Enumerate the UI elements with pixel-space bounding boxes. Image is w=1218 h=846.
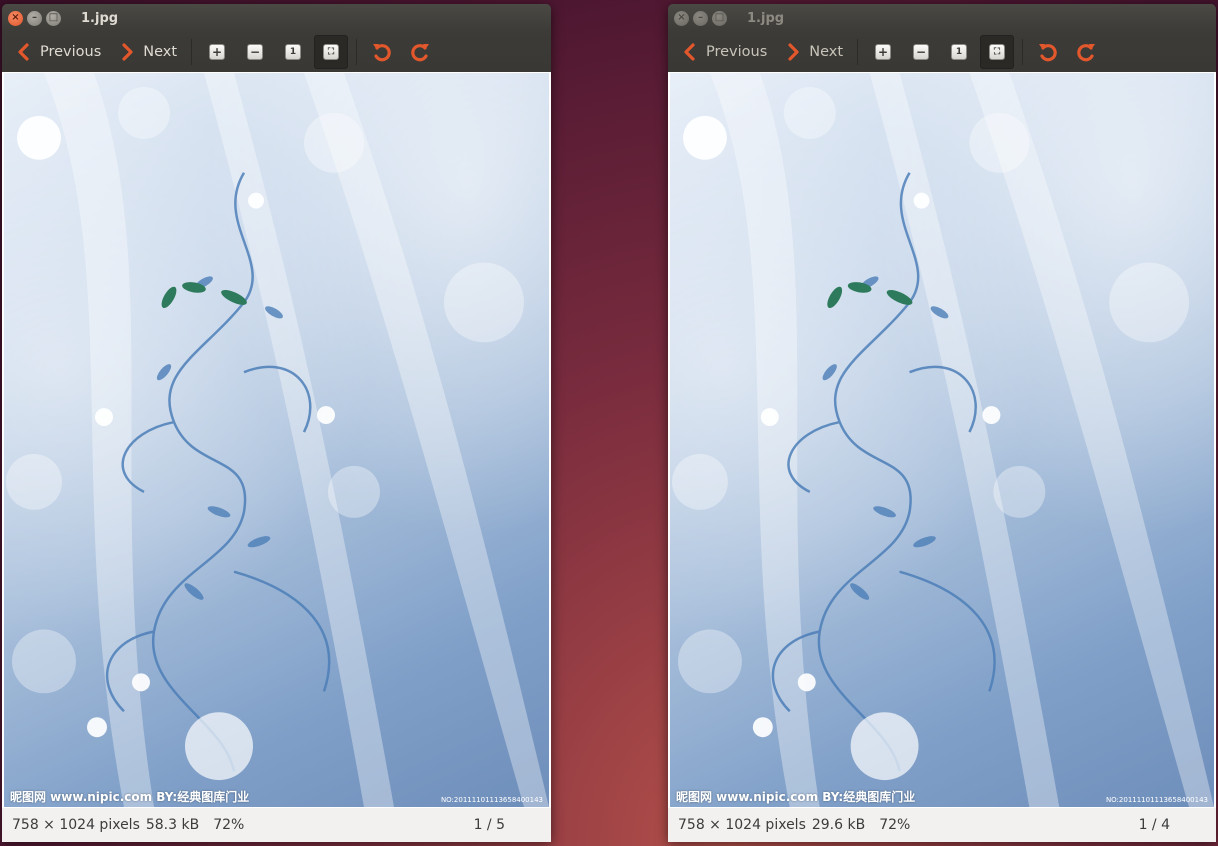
image-dimensions: 758 × 1024 pixels xyxy=(678,817,806,833)
chevron-left-icon xyxy=(18,43,29,61)
previous-button[interactable]: Previous xyxy=(10,35,105,69)
floral-wallpaper-image: 昵图网 www.nipic.com BY:经典图库门业 NO:201111011… xyxy=(4,73,549,807)
image-code-text: NO:20111101113658400143 xyxy=(440,796,543,804)
toolbar: Previous Next + − 1 ⛶ xyxy=(2,32,551,72)
chevron-right-icon xyxy=(788,43,799,61)
titlebar[interactable]: × – □ 1.jpg xyxy=(2,4,551,32)
normal-size-icon: 1 xyxy=(951,44,968,60)
close-window-button[interactable]: × xyxy=(8,10,23,26)
toolbar-separator xyxy=(1022,39,1024,65)
file-size: 58.3 kB xyxy=(145,817,200,833)
minimize-window-button[interactable]: – xyxy=(27,10,42,26)
page-counter: 1 / 5 xyxy=(473,817,505,833)
titlebar[interactable]: × – □ 1.jpg xyxy=(668,4,1216,32)
zoom-in-button[interactable]: + xyxy=(866,35,900,69)
rotate-right-icon xyxy=(1077,44,1096,62)
previous-label: Previous xyxy=(40,44,102,60)
zoom-in-icon: + xyxy=(209,44,226,60)
maximize-window-button[interactable]: □ xyxy=(712,10,727,26)
previous-label: Previous xyxy=(706,44,768,60)
image-canvas[interactable]: 昵图网 www.nipic.com BY:经典图库门业 NO:201111011… xyxy=(668,72,1216,808)
statusbar: 758 × 1024 pixels 29.6 kB 72% 1 / 4 xyxy=(668,808,1216,842)
image-code-text: NO:20111101113658400143 xyxy=(1105,796,1208,804)
next-button[interactable]: Next xyxy=(779,35,847,69)
previous-button[interactable]: Previous xyxy=(676,35,771,69)
toolbar-separator xyxy=(857,39,859,65)
watermark-text: 昵图网 www.nipic.com BY:经典图库门业 xyxy=(676,790,916,804)
best-fit-icon: ⛶ xyxy=(989,44,1006,60)
rotate-left-icon xyxy=(373,44,391,62)
file-size: 29.6 kB xyxy=(811,817,866,833)
statusbar: 758 × 1024 pixels 58.3 kB 72% 1 / 5 xyxy=(2,808,551,842)
toolbar-separator xyxy=(356,39,358,65)
rotate-left-icon xyxy=(1039,44,1057,62)
zoom-level: 72% xyxy=(213,817,245,833)
watermark-text: 昵图网 www.nipic.com BY:经典图库门业 xyxy=(10,790,250,804)
image-viewer-window-left[interactable]: × – □ 1.jpg Previous Next + − 1 ⛶ 昵图网 ww… xyxy=(2,4,551,842)
normal-size-button[interactable]: 1 xyxy=(276,35,310,69)
zoom-out-icon: − xyxy=(913,44,930,60)
zoom-out-button[interactable]: − xyxy=(904,35,938,69)
window-title: 1.jpg xyxy=(81,10,119,26)
normal-size-icon: 1 xyxy=(285,44,302,60)
zoom-in-icon: + xyxy=(875,44,892,60)
image-canvas[interactable]: 昵图网 www.nipic.com BY:经典图库门业 NO:201111011… xyxy=(2,72,551,808)
next-button[interactable]: Next xyxy=(113,35,181,69)
zoom-in-button[interactable]: + xyxy=(200,35,234,69)
floral-artwork xyxy=(671,73,1214,807)
rotate-right-button[interactable] xyxy=(403,35,437,69)
maximize-window-button[interactable]: □ xyxy=(46,10,61,26)
rotate-left-button[interactable] xyxy=(1031,35,1065,69)
floral-artwork xyxy=(6,73,549,807)
best-fit-icon: ⛶ xyxy=(323,44,340,60)
toolbar-separator xyxy=(191,39,193,65)
window-title: 1.jpg xyxy=(747,10,785,26)
next-label: Next xyxy=(809,44,844,60)
normal-size-button[interactable]: 1 xyxy=(942,35,976,69)
toolbar: Previous Next + − 1 ⛶ xyxy=(668,32,1216,72)
next-label: Next xyxy=(143,44,178,60)
zoom-out-icon: − xyxy=(247,44,264,60)
best-fit-button[interactable]: ⛶ xyxy=(314,35,349,69)
image-viewer-window-right[interactable]: × – □ 1.jpg Previous Next + − 1 ⛶ 昵图网 ww… xyxy=(668,4,1216,842)
image-dimensions: 758 × 1024 pixels xyxy=(12,817,140,833)
chevron-right-icon xyxy=(122,43,133,61)
minimize-window-button[interactable]: – xyxy=(693,10,708,26)
rotate-left-button[interactable] xyxy=(365,35,399,69)
rotate-right-button[interactable] xyxy=(1069,35,1103,69)
floral-wallpaper-image: 昵图网 www.nipic.com BY:经典图库门业 NO:201111011… xyxy=(670,73,1214,807)
zoom-out-button[interactable]: − xyxy=(238,35,272,69)
zoom-level: 72% xyxy=(879,817,911,833)
page-counter: 1 / 4 xyxy=(1138,817,1170,833)
rotate-right-icon xyxy=(411,44,430,62)
chevron-left-icon xyxy=(684,43,695,61)
close-window-button[interactable]: × xyxy=(674,10,689,26)
best-fit-button[interactable]: ⛶ xyxy=(980,35,1015,69)
